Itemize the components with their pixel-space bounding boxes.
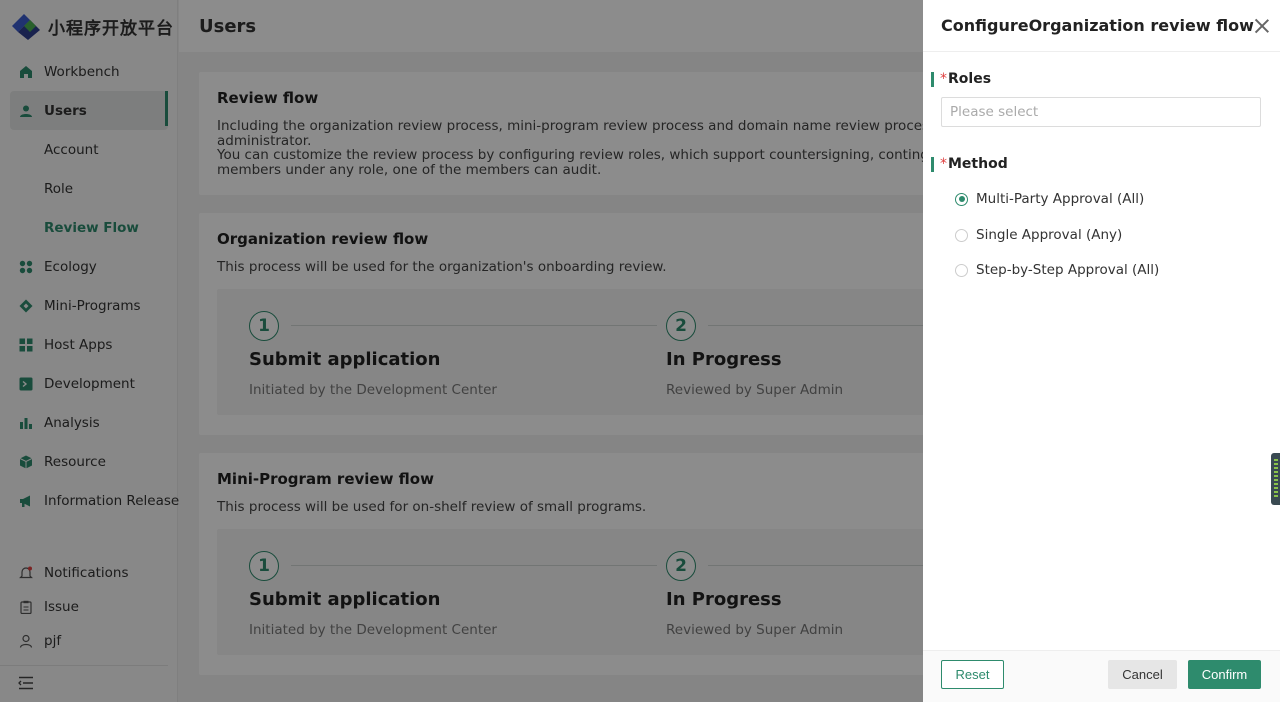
config-drawer: ConfigureOrganization review flow * Role…	[923, 0, 1280, 702]
radio-unchecked-icon	[955, 228, 968, 242]
radio-checked-icon	[955, 192, 968, 206]
section-marker	[931, 71, 934, 87]
reset-button[interactable]: Reset	[941, 660, 1004, 689]
roles-label: * Roles	[931, 71, 991, 87]
drawer-footer: Reset Cancel Confirm	[923, 650, 1280, 702]
radio-label: Multi-Party Approval (All)	[976, 191, 1145, 207]
method-label-text: Method	[948, 156, 1008, 172]
required-mark: *	[940, 156, 947, 172]
radio-label: Step-by-Step Approval (All)	[976, 262, 1160, 278]
roles-select-placeholder: Please select	[950, 104, 1039, 120]
drawer-title: ConfigureOrganization review flow	[941, 16, 1254, 35]
cancel-button[interactable]: Cancel	[1108, 660, 1177, 689]
close-icon[interactable]	[1254, 18, 1262, 34]
radio-label: Single Approval (Any)	[976, 227, 1123, 243]
method-radio-multi-party[interactable]: Multi-Party Approval (All)	[955, 191, 1144, 207]
method-radio-single[interactable]: Single Approval (Any)	[955, 227, 1122, 243]
section-marker	[931, 156, 934, 172]
roles-label-text: Roles	[948, 71, 992, 87]
radio-unchecked-icon	[955, 263, 968, 277]
required-mark: *	[940, 71, 947, 87]
confirm-button[interactable]: Confirm	[1188, 660, 1261, 689]
drawer-header: ConfigureOrganization review flow	[923, 0, 1280, 52]
roles-select[interactable]: Please select	[941, 97, 1261, 127]
drawer-backdrop[interactable]	[0, 0, 923, 702]
method-label: * Method	[931, 156, 1008, 172]
floating-tool-handle[interactable]	[1271, 453, 1280, 505]
method-radio-step-by-step[interactable]: Step-by-Step Approval (All)	[955, 262, 1159, 278]
